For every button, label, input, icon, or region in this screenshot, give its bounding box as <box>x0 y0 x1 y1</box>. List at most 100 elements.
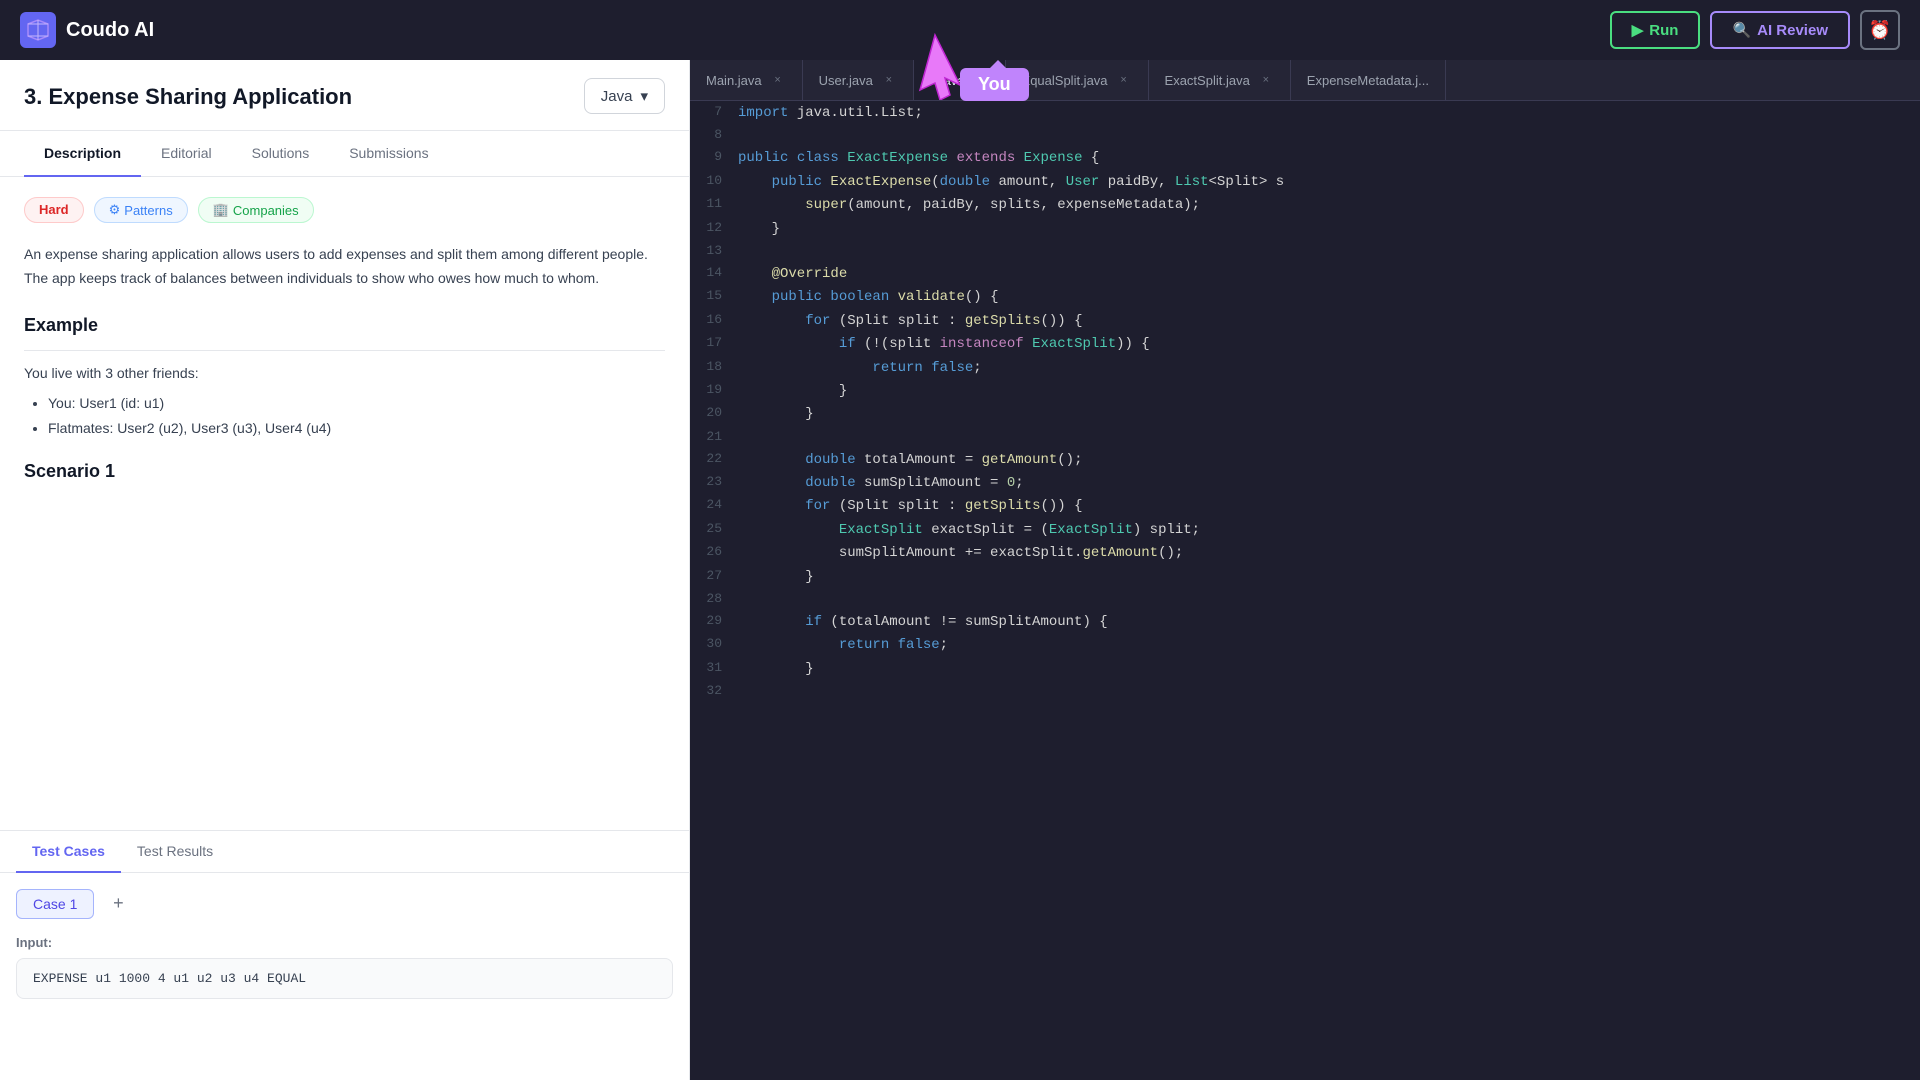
line-number: 8 <box>690 124 738 146</box>
line-content: double sumSplitAmount = 0; <box>738 471 1920 494</box>
code-line: 20 } <box>690 402 1920 425</box>
left-panel: 3. Expense Sharing Application Java ▾ De… <box>0 60 690 1080</box>
line-number: 17 <box>690 332 738 355</box>
tab-expense-metadata[interactable]: ExpenseMetadata.j... <box>1291 60 1446 100</box>
tab-description[interactable]: Description <box>24 131 141 177</box>
editor-tabs: Main.java × User.java × ...java × EqualS… <box>690 60 1920 101</box>
line-number: 15 <box>690 285 738 308</box>
line-number: 14 <box>690 262 738 285</box>
companies-tag[interactable]: 🏢 Companies <box>198 197 314 223</box>
line-content: } <box>738 402 1920 425</box>
line-content: sumSplitAmount += exactSplit.getAmount()… <box>738 541 1920 564</box>
line-content: @Override <box>738 262 1920 285</box>
line-number: 19 <box>690 379 738 402</box>
line-content: } <box>738 379 1920 402</box>
ai-review-button[interactable]: 🔍 AI Review <box>1710 11 1850 49</box>
tab-editorial[interactable]: Editorial <box>141 131 232 177</box>
section-divider <box>24 350 665 351</box>
logo-icon <box>20 12 56 48</box>
line-number: 21 <box>690 426 738 448</box>
close-tab-equal[interactable]: × <box>1116 72 1132 88</box>
line-content: if (totalAmount != sumSplitAmount) { <box>738 610 1920 633</box>
close-tab-exact[interactable]: × <box>1258 72 1274 88</box>
line-number: 25 <box>690 518 738 541</box>
line-content: if (!(split instanceof ExactSplit)) { <box>738 332 1920 355</box>
problem-title: 3. Expense Sharing Application <box>24 84 665 110</box>
example-list: You: User1 (id: u1) Flatmates: User2 (u2… <box>24 391 665 441</box>
add-case-button[interactable]: + <box>104 889 132 917</box>
line-content: return false; <box>738 633 1920 656</box>
line-content: super(amount, paidBy, splits, expenseMet… <box>738 193 1920 216</box>
close-tab-active[interactable]: × <box>973 72 989 88</box>
line-number: 30 <box>690 633 738 656</box>
line-content: public boolean validate() { <box>738 285 1920 308</box>
code-line: 21 <box>690 426 1920 448</box>
top-actions: ▶ Run 🔍 AI Review ⏰ <box>1610 10 1900 50</box>
line-number: 20 <box>690 402 738 425</box>
tab-equal-split[interactable]: EqualSplit.java × <box>1006 60 1149 100</box>
example-intro: You live with 3 other friends: <box>24 365 665 381</box>
test-panel: Test Cases Test Results Case 1 + Input: … <box>0 830 689 1080</box>
line-content: return false; <box>738 356 1920 379</box>
tags-row: Hard ⚙ Patterns 🏢 Companies <box>24 197 665 223</box>
test-results-tab[interactable]: Test Results <box>121 831 229 873</box>
code-line: 25 ExactSplit exactSplit = (ExactSplit) … <box>690 518 1920 541</box>
run-button[interactable]: ▶ Run <box>1610 11 1701 49</box>
code-line: 14 @Override <box>690 262 1920 285</box>
line-content: } <box>738 657 1920 680</box>
code-line: 24 for (Split split : getSplits()) { <box>690 494 1920 517</box>
line-content: public class ExactExpense extends Expens… <box>738 146 1920 169</box>
scenario-heading: Scenario 1 <box>24 461 665 482</box>
close-tab-main[interactable]: × <box>770 72 786 88</box>
difficulty-tag: Hard <box>24 197 84 223</box>
test-cases-tab[interactable]: Test Cases <box>16 831 121 873</box>
top-bar: Coudo AI ▶ Run 🔍 AI Review ⏰ <box>0 0 1920 60</box>
code-line: 17 if (!(split instanceof ExactSplit)) { <box>690 332 1920 355</box>
nav-tabs: Description Editorial Solutions Submissi… <box>0 131 689 177</box>
description-text: An expense sharing application allows us… <box>24 243 665 291</box>
tab-active-java[interactable]: ...java × <box>914 60 1006 100</box>
line-number: 32 <box>690 680 738 702</box>
line-content: for (Split split : getSplits()) { <box>738 494 1920 517</box>
clock-button[interactable]: ⏰ <box>1860 10 1900 50</box>
line-number: 10 <box>690 170 738 193</box>
tab-exact-split[interactable]: ExactSplit.java × <box>1149 60 1291 100</box>
input-box[interactable]: EXPENSE u1 1000 4 u1 u2 u3 u4 EQUAL <box>16 958 673 999</box>
play-icon: ▶ <box>1632 21 1644 39</box>
case-1-tab[interactable]: Case 1 <box>16 889 94 919</box>
code-line: 13 <box>690 240 1920 262</box>
code-line: 12 } <box>690 217 1920 240</box>
code-line: 16 for (Split split : getSplits()) { <box>690 309 1920 332</box>
tab-user-java[interactable]: User.java × <box>803 60 914 100</box>
input-label: Input: <box>16 935 673 950</box>
tab-main-java[interactable]: Main.java × <box>690 60 803 100</box>
line-number: 27 <box>690 565 738 588</box>
code-line: 29 if (totalAmount != sumSplitAmount) { <box>690 610 1920 633</box>
problem-header: 3. Expense Sharing Application Java ▾ <box>0 60 689 131</box>
line-number: 24 <box>690 494 738 517</box>
line-number: 7 <box>690 101 738 124</box>
chevron-down-icon: ▾ <box>640 87 648 105</box>
line-number: 13 <box>690 240 738 262</box>
example-heading: Example <box>24 315 665 336</box>
language-selector[interactable]: Java ▾ <box>584 78 665 114</box>
patterns-tag[interactable]: ⚙ Patterns <box>94 197 188 223</box>
line-number: 16 <box>690 309 738 332</box>
right-panel: Main.java × User.java × ...java × EqualS… <box>690 60 1920 1080</box>
line-content: public ExactExpense(double amount, User … <box>738 170 1920 193</box>
code-line: 32 <box>690 680 1920 702</box>
line-number: 31 <box>690 657 738 680</box>
tab-solutions[interactable]: Solutions <box>232 131 330 177</box>
tab-submissions[interactable]: Submissions <box>329 131 448 177</box>
code-line: 11 super(amount, paidBy, splits, expense… <box>690 193 1920 216</box>
code-line: 15 public boolean validate() { <box>690 285 1920 308</box>
close-tab-user[interactable]: × <box>881 72 897 88</box>
logo-area: Coudo AI <box>20 12 154 48</box>
line-number: 26 <box>690 541 738 564</box>
code-line: 7import java.util.List; <box>690 101 1920 124</box>
line-content: } <box>738 565 1920 588</box>
code-editor[interactable]: 7import java.util.List;89public class Ex… <box>690 101 1920 1080</box>
line-number: 23 <box>690 471 738 494</box>
code-line: 22 double totalAmount = getAmount(); <box>690 448 1920 471</box>
bullet-flatmates: Flatmates: User2 (u2), User3 (u3), User4… <box>48 416 665 441</box>
